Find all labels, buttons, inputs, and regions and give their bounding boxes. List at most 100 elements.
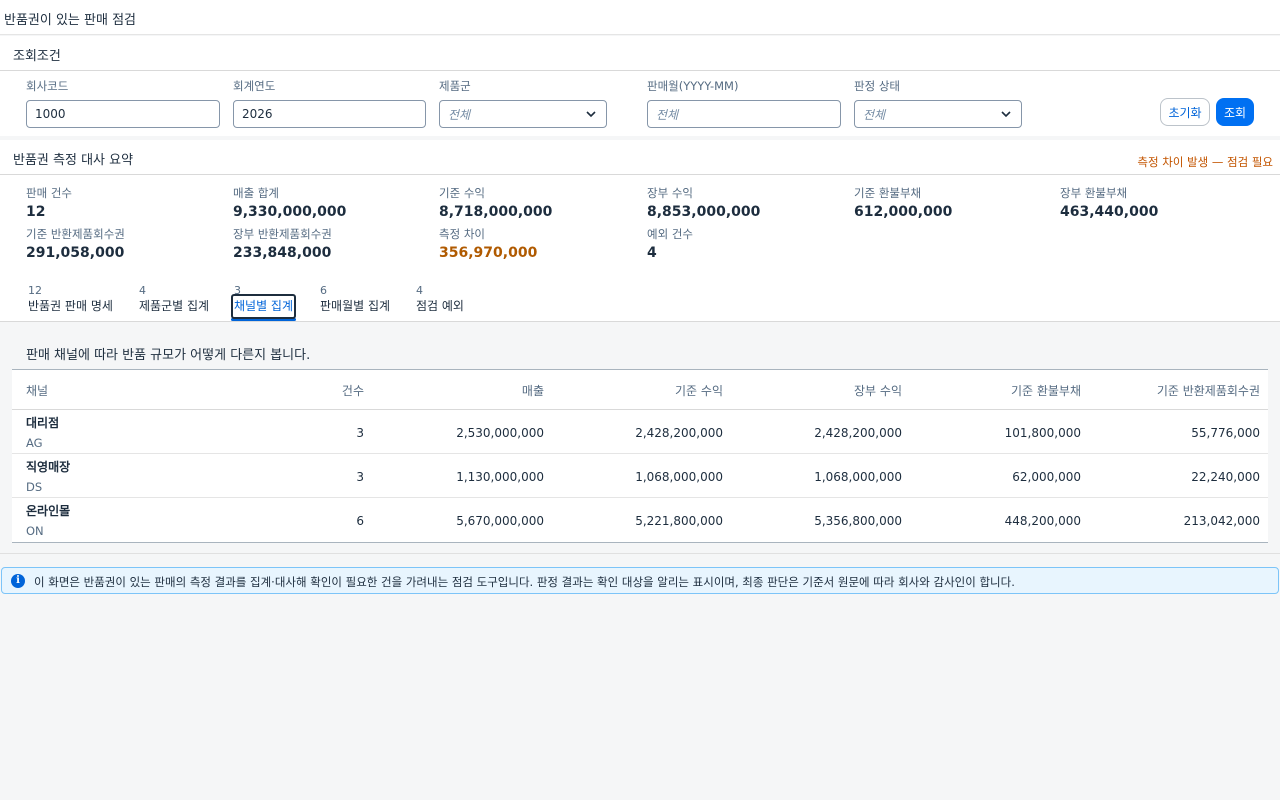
page-title: 반품권이 있는 판매 점검 (4, 13, 136, 28)
kpi-value: 463,440,000 (1060, 204, 1159, 220)
cell-book-revenue: 5,356,800,000 (814, 514, 902, 528)
kpi-value: 291,058,000 (26, 245, 125, 261)
cell-sales: 2,530,000,000 (456, 426, 544, 440)
cell-standard-revenue: 2,428,200,000 (635, 426, 723, 440)
product-group-value: 전체 (448, 107, 471, 122)
cell-refund-liability: 62,000,000 (1012, 470, 1081, 484)
cell-count: 3 (356, 470, 364, 484)
tab-count: 12 (28, 284, 42, 297)
info-message-strip: i 이 화면은 반품권이 있는 판매의 측정 결과를 집계·대사해 확인이 필요… (1, 567, 1279, 594)
kpi-value: 8,853,000,000 (647, 204, 761, 220)
kpi-label: 기준 환불부채 (854, 186, 922, 200)
kpi-label: 장부 환불부채 (1060, 186, 1128, 200)
tab-count: 4 (416, 284, 423, 297)
chevron-down-icon (1001, 111, 1011, 118)
kpi-book-return-asset: 장부 반환제품회수권 233,848,000 (233, 226, 332, 261)
company-code-label: 회사코드 (26, 79, 69, 93)
kpi-value: 612,000,000 (854, 204, 953, 220)
channel-name: 대리점 (26, 416, 60, 430)
cell-return-asset: 55,776,000 (1191, 426, 1260, 440)
tab-label: 점검 예외 (416, 299, 464, 313)
kpi-measurement-difference: 측정 차이 356,970,000 (439, 226, 537, 261)
sales-month-label: 판매월(YYYY-MM) (647, 79, 739, 93)
table-row[interactable]: 온라인몰 ON 6 5,670,000,000 5,221,800,000 5,… (12, 498, 1268, 542)
kpi-standard-revenue: 기준 수익 8,718,000,000 (439, 185, 552, 220)
tab-bar: 12 반품권 판매 명세 4 제품군별 집계 3 채널별 집계 6 판매월별 집… (0, 270, 1280, 322)
kpi-label: 기준 수익 (439, 186, 485, 200)
info-message-text: 이 화면은 반품권이 있는 판매의 측정 결과를 집계·대사해 확인이 필요한 … (34, 575, 1015, 589)
kpi-sales-total: 매출 합계 9,330,000,000 (233, 185, 346, 220)
kpi-label: 장부 수익 (647, 186, 693, 200)
tab-label: 판매월별 집계 (320, 299, 391, 313)
kpi-book-revenue: 장부 수익 8,853,000,000 (647, 185, 760, 220)
cell-refund-liability: 448,200,000 (1004, 514, 1081, 528)
judgment-status-label: 판정 상태 (854, 79, 900, 93)
column-header-count[interactable]: 건수 (342, 382, 364, 399)
summary-panel-title: 반품권 측정 대사 요약 (13, 153, 134, 168)
kpi-label: 기준 반환제품회수권 (26, 227, 125, 241)
kpi-label: 예외 건수 (647, 227, 693, 241)
table-row[interactable]: 직영매장 DS 3 1,130,000,000 1,068,000,000 1,… (12, 454, 1268, 498)
column-header-book-revenue[interactable]: 장부 수익 (854, 382, 902, 399)
channel-code: AG (26, 436, 43, 450)
kpi-standard-return-asset: 기준 반환제품회수권 291,058,000 (26, 226, 125, 261)
chevron-down-icon (586, 111, 596, 118)
tab-count: 6 (320, 284, 327, 297)
sales-month-input[interactable]: 전체 (647, 100, 841, 128)
table-row[interactable]: 대리점 AG 3 2,530,000,000 2,428,200,000 2,4… (12, 410, 1268, 454)
tab-sales-detail[interactable]: 12 반품권 판매 명세 (28, 284, 113, 314)
divider (0, 553, 1280, 554)
kpi-label: 측정 차이 (439, 227, 485, 241)
kpi-value: 233,848,000 (233, 245, 332, 261)
cell-book-revenue: 1,068,000,000 (814, 470, 902, 484)
kpi-label: 판매 건수 (26, 186, 72, 200)
kpi-label: 매출 합계 (233, 186, 279, 200)
cell-sales: 1,130,000,000 (456, 470, 544, 484)
tab-exceptions[interactable]: 4 점검 예외 (416, 284, 464, 314)
channel-code: DS (26, 480, 43, 494)
cell-count: 6 (356, 514, 364, 528)
tab-count: 3 (234, 284, 241, 297)
column-header-channel[interactable]: 채널 (26, 382, 48, 399)
kpi-book-refund-liability: 장부 환불부채 463,440,000 (1060, 185, 1158, 220)
tab-label: 제품군별 집계 (139, 299, 210, 313)
fiscal-year-input[interactable]: 2026 (233, 100, 426, 128)
tab-sales-month-summary[interactable]: 6 판매월별 집계 (320, 284, 390, 314)
channel-name: 온라인몰 (26, 504, 71, 518)
tab-label: 반품권 판매 명세 (28, 299, 113, 313)
info-icon: i (11, 574, 25, 588)
kpi-value: 4 (647, 245, 657, 261)
fiscal-year-label: 회계연도 (233, 79, 276, 93)
cell-refund-liability: 101,800,000 (1004, 426, 1081, 440)
cell-standard-revenue: 1,068,000,000 (635, 470, 723, 484)
cell-standard-revenue: 5,221,800,000 (635, 514, 723, 528)
column-header-refund-liability[interactable]: 기준 환불부채 (1011, 382, 1081, 399)
channel-table: 채널 건수 매출 기준 수익 장부 수익 기준 환불부채 기준 반환제품회수권 … (12, 369, 1268, 543)
tab-channel-summary[interactable]: 3 채널별 집계 (230, 284, 297, 321)
kpi-value: 9,330,000,000 (233, 204, 347, 220)
product-group-label: 제품군 (439, 79, 471, 93)
kpi-value: 12 (26, 204, 46, 220)
product-group-select[interactable]: 전체 (439, 100, 607, 128)
tab-label: 채널별 집계 (234, 299, 294, 313)
company-code-input[interactable]: 1000 (26, 100, 220, 128)
column-header-sales[interactable]: 매출 (522, 382, 544, 399)
measurement-warning: 측정 차이 발생 — 점검 필요 (1137, 155, 1273, 169)
kpi-value: 8,718,000,000 (439, 204, 553, 220)
table-header: 채널 건수 매출 기준 수익 장부 수익 기준 환불부채 기준 반환제품회수권 (12, 370, 1268, 410)
judgment-status-select[interactable]: 전체 (854, 100, 1022, 128)
column-header-return-asset[interactable]: 기준 반환제품회수권 (1157, 382, 1260, 399)
column-header-standard-revenue[interactable]: 기준 수익 (675, 382, 723, 399)
kpi-value: 356,970,000 (439, 245, 538, 261)
channel-name: 직영매장 (26, 460, 71, 474)
channel-description: 판매 채널에 따라 반품 규모가 어떻게 다른지 봅니다. (26, 348, 311, 363)
search-button[interactable]: 조회 (1216, 98, 1254, 126)
tab-count: 4 (139, 284, 146, 297)
filter-panel-header: 조회조건 (0, 36, 1280, 71)
filter-panel-title: 조회조건 (13, 49, 61, 64)
cell-return-asset: 213,042,000 (1183, 514, 1260, 528)
kpi-standard-refund-liability: 기준 환불부채 612,000,000 (854, 185, 952, 220)
tab-product-group-summary[interactable]: 4 제품군별 집계 (139, 284, 209, 314)
reset-button[interactable]: 초기화 (1160, 98, 1210, 126)
cell-return-asset: 22,240,000 (1191, 470, 1260, 484)
